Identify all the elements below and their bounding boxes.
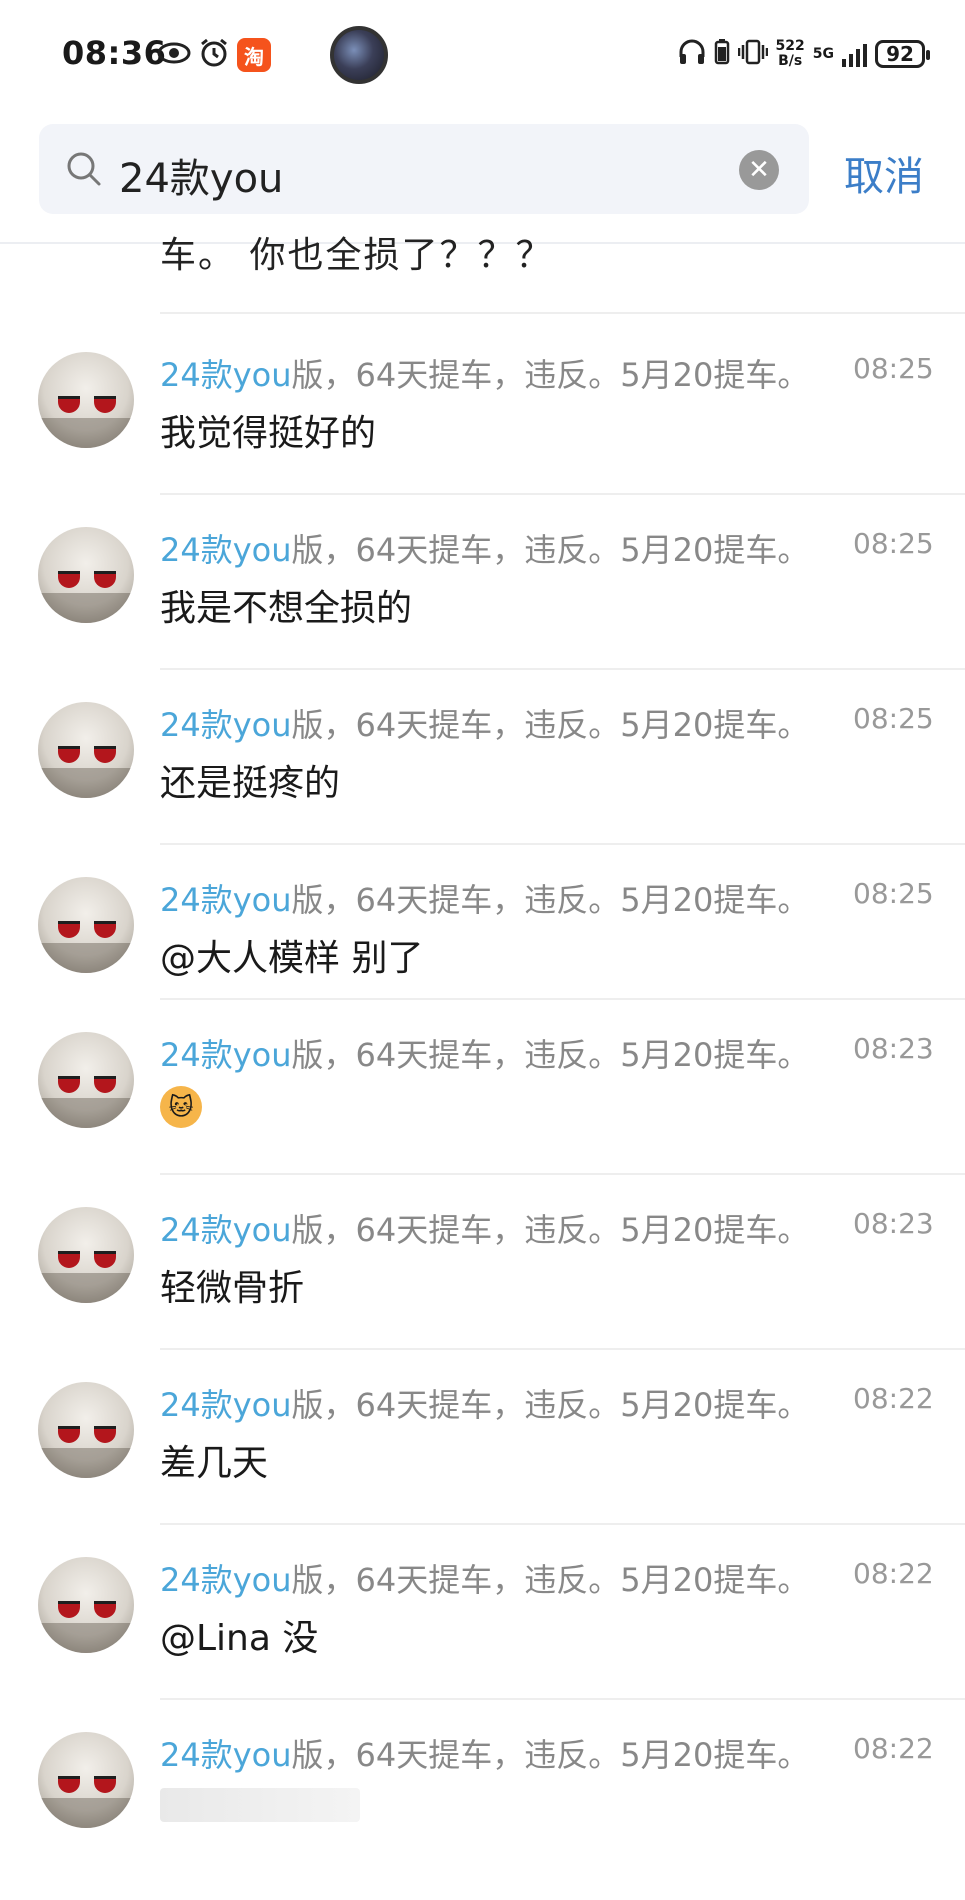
result-title: 24款you版，64天提车，违反。5月20提车。 <box>160 525 809 571</box>
result-row[interactable]: 24款you版，64天提车，违反。5月20提车。 08:23 🐱 <box>0 1030 965 1200</box>
cancel-button[interactable]: 取消 <box>844 144 924 202</box>
search-match-highlight: 24款you <box>160 531 292 569</box>
result-message: 还是挺疼的 <box>160 763 341 804</box>
result-title: 24款you版，64天提车，违反。5月20提车。 <box>160 1730 809 1776</box>
status-indicators: 522 B/s 5G 92 <box>678 34 930 74</box>
result-title-rest: 版，64天提车，违反。5月20提车。 <box>291 1036 810 1074</box>
result-title: 24款you版，64天提车，违反。5月20提车。 <box>160 1555 809 1601</box>
divider <box>160 1523 965 1525</box>
avatar[interactable] <box>38 1732 134 1828</box>
avatar[interactable] <box>38 352 134 448</box>
net-speed-value: 522 <box>775 38 805 54</box>
battery-level: 92 <box>886 42 914 66</box>
avatar[interactable] <box>38 527 134 623</box>
headphones-icon <box>678 39 706 69</box>
result-time: 08:22 <box>853 1557 934 1590</box>
clock: 08:36 <box>62 34 167 72</box>
result-time: 08:23 <box>853 1207 934 1240</box>
result-title: 24款you版，64天提车，违反。5月20提车。 <box>160 1380 809 1426</box>
divider <box>160 493 965 495</box>
battery-small-icon <box>714 39 730 69</box>
divider <box>160 1698 965 1700</box>
result-title: 24款you版，64天提车，违反。5月20提车。 <box>160 1205 809 1251</box>
result-title-rest: 版，64天提车，违反。5月20提车。 <box>291 1386 810 1424</box>
result-row[interactable]: 24款you版，64天提车，违反。5月20提车。 08:25 我是不想全损的 <box>0 525 965 695</box>
divider <box>160 1173 965 1175</box>
result-time: 08:25 <box>853 702 934 735</box>
result-row[interactable]: 24款you版，64天提车，违反。5月20提车。 08:22 <box>0 1730 965 1900</box>
result-row[interactable]: 24款you版，64天提车，违反。5月20提车。 08:22 差几天 <box>0 1380 965 1550</box>
result-row[interactable]: 24款you版，64天提车，违反。5月20提车。 08:23 轻微骨折 <box>0 1205 965 1375</box>
avatar[interactable] <box>38 1557 134 1653</box>
result-title-rest: 版，64天提车，违反。5月20提车。 <box>291 531 810 569</box>
avatar[interactable] <box>38 1207 134 1303</box>
result-message: 差几天 <box>160 1443 269 1484</box>
clear-search-icon[interactable]: ✕ <box>739 150 779 190</box>
result-title: 24款you版，64天提车，违反。5月20提车。 <box>160 350 809 396</box>
search-icon <box>65 150 103 188</box>
result-time: 08:23 <box>853 1032 934 1065</box>
obscured-message <box>160 1788 360 1822</box>
divider <box>160 1348 965 1350</box>
result-title-rest: 版，64天提车，违反。5月20提车。 <box>291 881 810 919</box>
result-time: 08:25 <box>853 352 934 385</box>
result-row[interactable]: 24款you版，64天提车，违反。5月20提车。 08:25 @大人模样 别了 <box>0 875 965 1045</box>
search-match-highlight: 24款you <box>160 356 292 394</box>
divider <box>160 668 965 670</box>
search-input[interactable]: 24款you <box>119 146 283 204</box>
result-title: 24款you版，64天提车，违反。5月20提车。 <box>160 700 809 746</box>
result-row[interactable]: 24款you版，64天提车，违反。5月20提车。 08:25 还是挺疼的 <box>0 700 965 870</box>
result-title-rest: 版，64天提车，违反。5月20提车。 <box>291 356 810 394</box>
result-message: @大人模样 别了 <box>160 938 424 979</box>
battery-icon: 92 <box>875 40 930 68</box>
result-title-rest: 版，64天提车，违反。5月20提车。 <box>291 1561 810 1599</box>
network-type: 5G <box>812 46 834 62</box>
search-match-highlight: 24款you <box>160 881 292 919</box>
taobao-icon: 淘 <box>237 38 271 72</box>
result-title: 24款you版，64天提车，违反。5月20提车。 <box>160 875 809 921</box>
result-message: 我是不想全损的 <box>160 588 413 629</box>
result-message: 轻微骨折 <box>160 1268 305 1309</box>
avatar[interactable] <box>38 1382 134 1478</box>
eye-icon <box>156 36 192 70</box>
result-row[interactable]: 24款you版，64天提车，违反。5月20提车。 08:22 @Lina 没 <box>0 1555 965 1725</box>
search-match-highlight: 24款you <box>160 1736 292 1774</box>
status-bar: 08:36 淘 522 B/s 5G 92 <box>0 0 965 108</box>
result-time: 08:25 <box>853 877 934 910</box>
cat-emoji-icon: 🐱 <box>160 1086 202 1128</box>
divider <box>160 312 965 314</box>
search-match-highlight: 24款you <box>160 706 292 744</box>
avatar[interactable] <box>38 1032 134 1128</box>
result-message: 我觉得挺好的 <box>160 413 377 454</box>
result-title-rest: 版，64天提车，违反。5月20提车。 <box>291 1211 810 1249</box>
result-time: 08:22 <box>853 1732 934 1765</box>
alarm-icon <box>198 36 230 70</box>
net-speed-unit: B/s <box>778 53 803 69</box>
search-match-highlight: 24款you <box>160 1561 292 1599</box>
search-bar[interactable]: 24款you ✕ <box>39 124 809 214</box>
divider <box>160 843 965 845</box>
result-title-rest: 版，64天提车，违反。5月20提车。 <box>291 706 810 744</box>
search-match-highlight: 24款you <box>160 1036 292 1074</box>
signal-icon <box>842 41 867 67</box>
result-time: 08:25 <box>853 527 934 560</box>
result-time: 08:22 <box>853 1382 934 1415</box>
result-title-rest: 版，64天提车，违反。5月20提车。 <box>291 1736 810 1774</box>
avatar[interactable] <box>38 702 134 798</box>
net-speed: 522 B/s <box>776 39 805 69</box>
result-title: 24款you版，64天提车，违反。5月20提车。 <box>160 1030 809 1076</box>
search-match-highlight: 24款you <box>160 1386 292 1424</box>
result-message: @Lina 没 <box>160 1618 319 1659</box>
avatar[interactable] <box>38 877 134 973</box>
result-row[interactable]: 24款you版，64天提车，违反。5月20提车。 08:25 我觉得挺好的 <box>0 350 965 520</box>
search-match-highlight: 24款you <box>160 1211 292 1249</box>
vibrate-icon <box>737 39 768 69</box>
divider <box>160 998 965 1000</box>
partial-message: 车。 你也全损了？？？ <box>160 235 554 276</box>
floating-app-avatar[interactable] <box>330 26 388 84</box>
